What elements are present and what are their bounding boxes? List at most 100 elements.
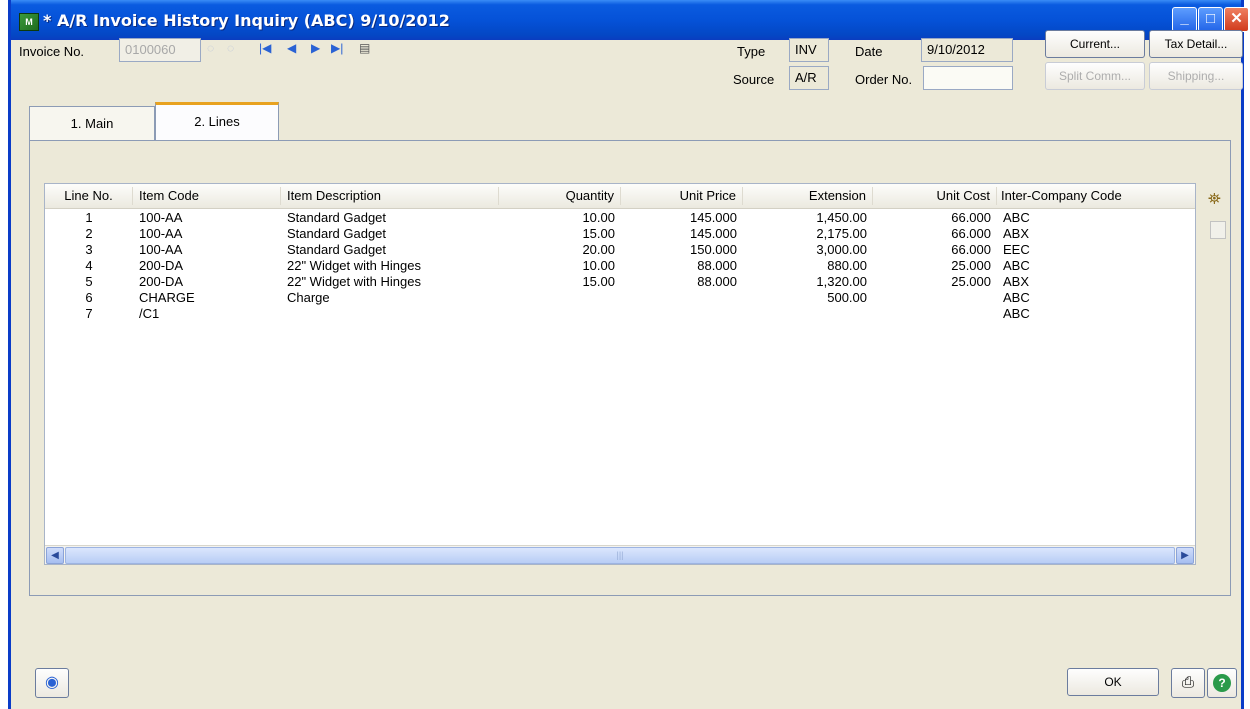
tab-lines[interactable]: 2. Lines <box>155 102 279 140</box>
column-header[interactable]: Unit Cost <box>873 187 997 205</box>
current-button[interactable]: Current... <box>1045 30 1145 58</box>
scroll-left-button[interactable]: ◀ <box>46 547 64 564</box>
column-header[interactable]: Item Description <box>281 187 499 205</box>
lookup-next-icon[interactable]: ◌ <box>227 41 234 55</box>
shipping-button[interactable]: Shipping... <box>1149 62 1243 90</box>
next-record-icon[interactable]: ▶ <box>311 41 320 55</box>
window-title: * A/R Invoice History Inquiry (ABC) 9/10… <box>43 11 450 30</box>
cell-unit-cost: 66.000 <box>951 226 991 241</box>
chevron-right-icon: ▶ <box>1181 550 1189 561</box>
cell-quantity: 10.00 <box>582 210 615 225</box>
cell-unit-price: 88.000 <box>697 274 737 289</box>
order-no-field[interactable] <box>923 66 1013 90</box>
cell-line-no: 6 <box>85 290 93 305</box>
notes-icon[interactable] <box>1210 221 1226 239</box>
footer-bar: ◉ OK ⎙ ? <box>11 659 1241 709</box>
cell-unit-cost <box>873 290 997 306</box>
cell-unit-cost: 66.000 <box>951 242 991 257</box>
maximize-button[interactable]: □ <box>1198 7 1223 32</box>
date-label: Date <box>855 44 883 59</box>
minimize-button[interactable]: _ <box>1172 7 1197 32</box>
cell-unit-cost <box>873 306 997 322</box>
table-row[interactable]: 6 CHARGE Charge 500.00 ABC <box>45 290 1195 306</box>
column-header[interactable]: Unit Price <box>621 187 743 205</box>
cell-quantity <box>499 290 621 306</box>
cell-quantity <box>499 306 621 322</box>
invoice-no-label: Invoice No. <box>19 44 85 59</box>
app-icon[interactable]: M <box>19 13 39 31</box>
maximize-icon: □ <box>1205 10 1216 27</box>
cell-item-description <box>281 306 499 322</box>
column-header[interactable]: Extension <box>743 187 873 205</box>
split-comm-button[interactable]: Split Comm... <box>1045 62 1145 90</box>
type-field[interactable]: INV <box>789 38 829 62</box>
help-icon: ? <box>1213 674 1231 692</box>
chevron-left-icon: ◀ <box>51 550 59 561</box>
cell-extension: 2,175.00 <box>816 226 867 241</box>
printer-icon: ⎙ <box>1181 674 1194 691</box>
cell-quantity: 15.00 <box>582 274 615 289</box>
cell-unit-cost: 25.000 <box>951 274 991 289</box>
cell-quantity: 20.00 <box>582 242 615 257</box>
cell-unit-price <box>621 290 743 306</box>
cell-item-code: 100-AA <box>139 242 183 257</box>
tab-main[interactable]: 1. Main <box>29 106 155 140</box>
column-header[interactable]: Inter-Company Code <box>997 187 1157 205</box>
lines-panel: Line No. Item Code Item Description Quan… <box>29 140 1231 596</box>
tax-detail-button[interactable]: Tax Detail... <box>1149 30 1243 58</box>
lines-grid[interactable]: Line No. Item Code Item Description Quan… <box>44 183 1196 565</box>
lookup-icon[interactable]: ◌ <box>207 41 214 55</box>
scroll-right-button[interactable]: ▶ <box>1176 547 1194 564</box>
invoice-history-window: M * A/R Invoice History Inquiry (ABC) 9/… <box>8 0 1249 709</box>
ok-button[interactable]: OK <box>1067 668 1159 696</box>
cell-line-no: 5 <box>85 274 93 289</box>
table-row[interactable]: 1 100-AA Standard Gadget 10.00 145.000 1… <box>45 210 1195 226</box>
column-header[interactable]: Line No. <box>45 187 133 205</box>
column-header[interactable]: Quantity <box>499 187 621 205</box>
source-field[interactable]: A/R <box>789 66 829 90</box>
cell-extension <box>743 306 873 322</box>
scrollbar-thumb[interactable]: ||| <box>65 547 1175 564</box>
cell-item-description: 22" Widget with Hinges <box>287 274 421 289</box>
date-field[interactable]: 9/10/2012 <box>921 38 1013 62</box>
cell-item-description: 22" Widget with Hinges <box>287 258 421 273</box>
cell-line-no: 3 <box>85 242 93 257</box>
previous-record-icon[interactable]: ◀ <box>287 41 296 55</box>
cell-unit-price: 150.000 <box>690 242 737 257</box>
cell-item-description: Standard Gadget <box>287 226 387 241</box>
first-record-icon[interactable]: |◀ <box>259 41 271 55</box>
cell-unit-price <box>621 306 743 322</box>
table-row[interactable]: 3 100-AA Standard Gadget 20.00 150.000 3… <box>45 242 1195 258</box>
column-header[interactable]: Item Code <box>133 187 281 205</box>
cell-item-description: Standard Gadget <box>287 242 387 257</box>
print-button[interactable]: ⎙ <box>1171 668 1205 698</box>
binoculars-icon[interactable]: ⛯ <box>1208 191 1221 209</box>
close-button[interactable]: ✕ <box>1224 7 1249 32</box>
cell-item-description: Standard Gadget <box>287 210 387 225</box>
source-label: Source <box>733 72 775 87</box>
cell-item-code: CHARGE <box>139 290 195 305</box>
cell-quantity: 15.00 <box>582 226 615 241</box>
cell-unit-price: 145.000 <box>690 226 737 241</box>
cell-item-code: 200-DA <box>139 258 184 273</box>
last-record-icon[interactable]: ▶| <box>331 41 343 55</box>
table-row[interactable]: 4 200-DA 22" Widget with Hinges 10.00 88… <box>45 258 1195 274</box>
memo-icon[interactable]: ▤ <box>359 41 370 55</box>
minimize-icon: _ <box>1180 10 1189 27</box>
cell-unit-price: 88.000 <box>697 258 737 273</box>
horizontal-scrollbar[interactable]: ◀ ||| ▶ <box>45 545 1195 564</box>
order-no-label: Order No. <box>855 72 913 87</box>
table-row[interactable]: 2 100-AA Standard Gadget 15.00 145.000 2… <box>45 226 1195 242</box>
customizer-button[interactable]: ◉ <box>35 668 69 698</box>
cell-inter-company-code: EEC <box>1003 242 1030 257</box>
table-row[interactable]: 7 /C1 ABC <box>45 306 1195 322</box>
table-row[interactable]: 5 200-DA 22" Widget with Hinges 15.00 88… <box>45 274 1195 290</box>
cell-inter-company-code: ABC <box>1003 306 1030 321</box>
help-button[interactable]: ? <box>1207 668 1237 698</box>
cell-item-description: Charge <box>287 290 330 305</box>
cell-extension: 500.00 <box>827 290 867 305</box>
grid-header: Line No. Item Code Item Description Quan… <box>45 184 1195 209</box>
cell-line-no: 1 <box>85 210 93 225</box>
invoice-no-field[interactable]: 0100060 <box>119 38 201 62</box>
cell-extension: 1,320.00 <box>816 274 867 289</box>
